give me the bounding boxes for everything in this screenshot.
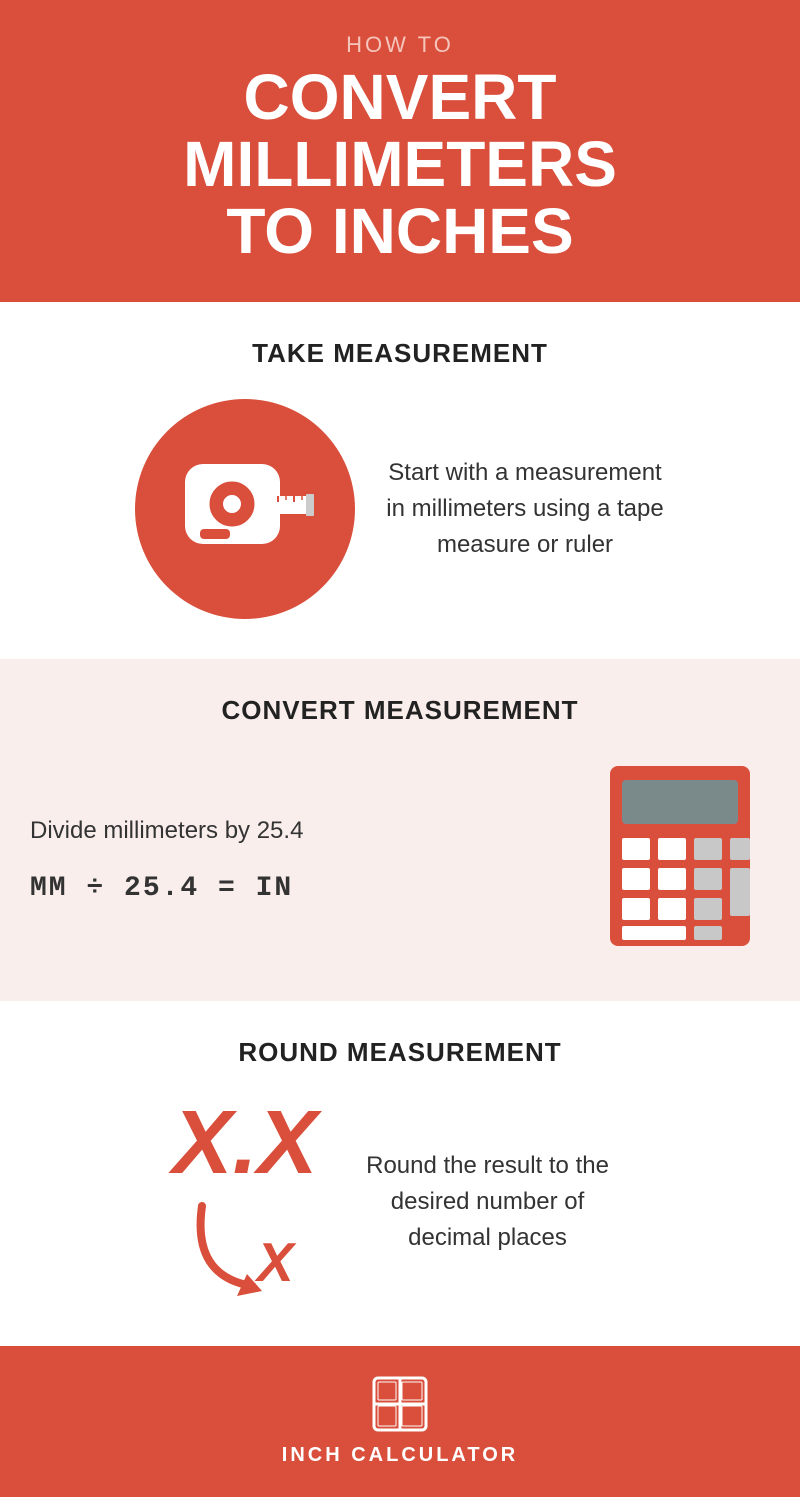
round-arrow-x: X <box>182 1196 312 1306</box>
footer-label: INCH CALCULATOR <box>282 1444 518 1467</box>
round-xx-symbol: X.X <box>172 1098 317 1188</box>
convert-measurement-content: Divide millimeters by 25.4 MM ÷ 25.4 = I… <box>30 756 770 961</box>
round-description: Round the result to the desired number o… <box>348 1148 628 1256</box>
tape-measure-icon-circle <box>135 399 355 619</box>
header-title: CONVERT MILLIMETERS TO INCHES <box>20 64 780 266</box>
take-measurement-section: TAKE MEASUREMENT S <box>0 302 800 659</box>
round-measurement-section: ROUND MEASUREMENT X.X X Round the result… <box>0 1001 800 1346</box>
convert-description: Divide millimeters by 25.4 <box>30 813 570 849</box>
footer-calculator-icon <box>372 1376 428 1432</box>
round-measurement-content: X.X X Round the result to the desired nu… <box>30 1098 770 1306</box>
curved-arrow-icon: X <box>182 1196 312 1306</box>
tape-measure-icon <box>170 434 320 584</box>
footer-section: INCH CALCULATOR <box>0 1346 800 1497</box>
header-line2: TO INCHES <box>226 195 573 267</box>
convert-measurement-section: CONVERT MEASUREMENT Divide millimeters b… <box>0 659 800 1001</box>
calculator-icon-wrap <box>590 756 770 961</box>
round-measurement-title: ROUND MEASUREMENT <box>30 1037 770 1068</box>
convert-formula: MM ÷ 25.4 = IN <box>30 873 570 904</box>
header-how-to: HOW TO <box>20 32 780 58</box>
take-measurement-content: Start with a measurement in millimeters … <box>30 399 770 619</box>
calculator-icon <box>590 756 770 956</box>
header-section: HOW TO CONVERT MILLIMETERS TO INCHES <box>0 0 800 302</box>
round-symbols: X.X X <box>172 1098 317 1306</box>
convert-measurement-title: CONVERT MEASUREMENT <box>30 695 770 726</box>
take-measurement-description: Start with a measurement in millimeters … <box>385 455 665 563</box>
take-measurement-title: TAKE MEASUREMENT <box>252 338 548 369</box>
svg-text:X: X <box>254 1231 297 1293</box>
header-line1: CONVERT MILLIMETERS <box>183 61 617 200</box>
convert-left-panel: Divide millimeters by 25.4 MM ÷ 25.4 = I… <box>30 813 570 904</box>
